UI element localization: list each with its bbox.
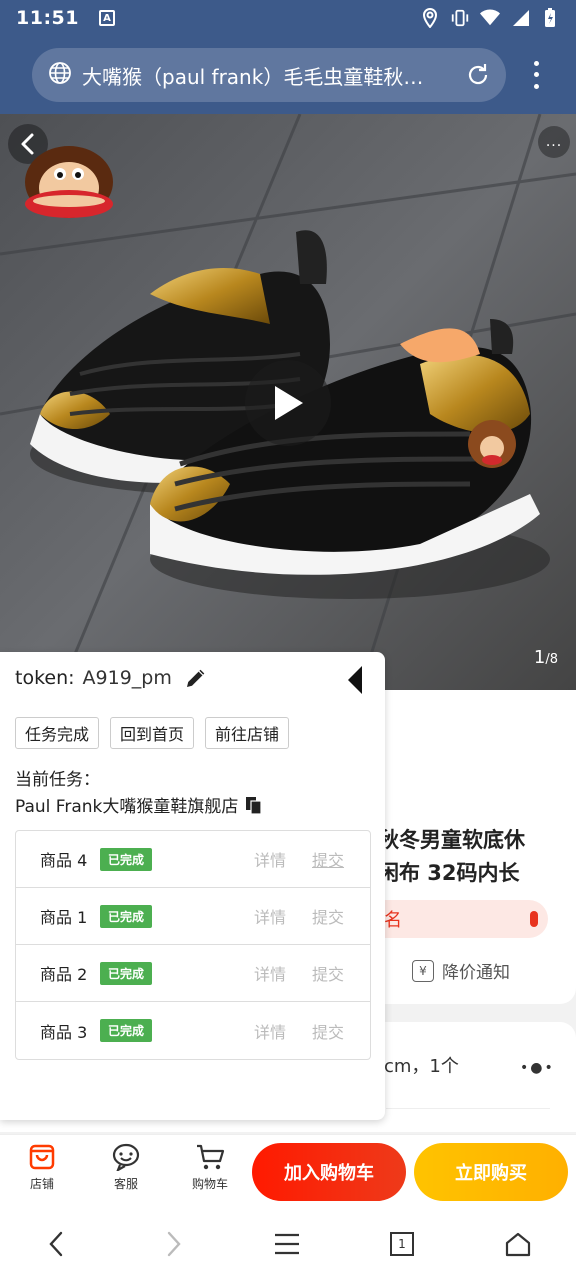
service-icon: [112, 1143, 140, 1171]
status-bar: 11:51 A: [0, 0, 576, 36]
cart-button[interactable]: 购物车: [180, 1143, 240, 1192]
browser-toolbar: 大嘴猴（paul frank）毛毛虫童鞋秋…: [0, 36, 576, 114]
gallery-counter: 1/8: [534, 647, 558, 668]
list-item: 商品 2 已完成 详情 提交: [16, 945, 370, 1002]
globe-icon: [48, 61, 72, 89]
tabs-button[interactable]: 1: [386, 1228, 418, 1260]
service-label: 客服: [113, 1177, 138, 1191]
price-tag-icon: ¥: [412, 959, 434, 982]
token-value: A919_pm: [82, 667, 172, 689]
reload-icon[interactable]: [464, 61, 492, 89]
status-badge: 已完成: [100, 847, 153, 871]
list-item: 商品 3 已完成 详情 提交: [16, 1002, 370, 1059]
buy-now-button[interactable]: 立即购买: [414, 1143, 568, 1201]
signal-icon: [510, 8, 530, 28]
price-drop-notify[interactable]: ¥ 降价通知: [412, 958, 510, 983]
notify-label: 降价通知: [442, 963, 510, 983]
product-gallery[interactable]: ... 1/8: [0, 114, 576, 690]
rank-indicator: [530, 911, 538, 927]
detail-link[interactable]: 详情: [254, 847, 286, 871]
gallery-total: /8: [545, 652, 558, 667]
goods-name: 商品 2: [40, 965, 88, 984]
list-item: 商品 4 已完成 详情 提交: [16, 831, 370, 888]
browser-nav-bar: 1: [0, 1208, 576, 1280]
list-item: 商品 1 已完成 详情 提交: [16, 888, 370, 945]
brand-logo: [22, 144, 116, 228]
go-store-button[interactable]: 前往店铺: [205, 717, 290, 749]
submit-link[interactable]: 提交: [312, 847, 344, 871]
vibrate-icon: [450, 8, 470, 28]
back-home-button[interactable]: 回到首页: [110, 717, 195, 749]
shop-row: Paul Frank大嘴猴童鞋旗舰店: [15, 792, 264, 817]
rank-banner[interactable]: 名: [378, 900, 548, 938]
goods-list: 商品 4 已完成 详情 提交 商品 1 已完成 详情 提交 商品 2 已完成 详…: [15, 830, 371, 1060]
cart-label: 购物车: [191, 1177, 228, 1191]
sku-more-icon[interactable]: •●•: [520, 1060, 555, 1076]
store-icon: [29, 1144, 55, 1170]
nav-menu-icon[interactable]: [271, 1228, 303, 1260]
goods-name: 商品 3: [40, 1022, 88, 1042]
submit-link[interactable]: 提交: [312, 961, 344, 985]
divider: [386, 1108, 550, 1109]
submit-link[interactable]: 提交: [312, 1019, 344, 1043]
pencil-icon[interactable]: [184, 666, 208, 690]
product-title-line2: 闲布 32码内长: [378, 861, 520, 885]
submit-link[interactable]: 提交: [312, 904, 344, 928]
location-icon: [420, 8, 440, 28]
action-bar: 店铺 客服 购物车 加入购物车 立即购买: [0, 1134, 576, 1208]
address-bar[interactable]: 大嘴猴（paul frank）毛毛虫童鞋秋…: [32, 48, 506, 102]
store-label: 店铺: [29, 1177, 54, 1191]
task-complete-button[interactable]: 任务完成: [15, 717, 100, 749]
task-panel: token: A919_pm 任务完成 回到首页 前往店铺 当前任务： Paul…: [0, 652, 385, 1120]
detail-link[interactable]: 详情: [254, 904, 286, 928]
page-title: 大嘴猴（paul frank）毛毛虫童鞋秋…: [82, 64, 424, 89]
status-badge: 已完成: [100, 904, 153, 928]
current-task-label: 当前任务：: [15, 770, 100, 790]
service-button[interactable]: 客服: [96, 1143, 156, 1192]
nav-back-icon[interactable]: [40, 1228, 72, 1260]
battery-icon: [540, 8, 560, 28]
sku-text: cm，1个: [384, 1056, 459, 1077]
task-buttons: 任务完成 回到首页 前往店铺: [15, 717, 290, 749]
gallery-current: 1: [533, 647, 546, 668]
status-badge: 已完成: [100, 961, 153, 985]
nav-forward-icon[interactable]: [158, 1228, 190, 1260]
collapse-icon[interactable]: [346, 666, 364, 694]
add-to-cart-button[interactable]: 加入购物车: [252, 1143, 406, 1201]
status-time: 11:51: [16, 7, 79, 29]
rank-text: 名: [384, 910, 402, 931]
shop-name: Paul Frank大嘴猴童鞋旗舰店: [15, 797, 239, 817]
goods-name: 商品 4: [40, 851, 88, 870]
cart-icon: [197, 1144, 225, 1170]
menu-icon[interactable]: [524, 58, 548, 92]
product-title: 秋冬男童软底休 闲布 32码内长: [378, 824, 576, 890]
status-badge: 已完成: [100, 1019, 153, 1042]
detail-link[interactable]: 详情: [254, 1019, 286, 1043]
play-icon[interactable]: [245, 360, 331, 446]
token-row: token: A919_pm: [15, 666, 208, 690]
detail-link[interactable]: 详情: [254, 961, 286, 985]
notification-icon: A: [98, 10, 115, 26]
more-button[interactable]: ...: [538, 126, 570, 158]
token-label: token:: [15, 667, 75, 689]
copy-icon[interactable]: [244, 795, 264, 815]
store-button[interactable]: 店铺: [12, 1143, 72, 1192]
product-title-line1: 秋冬男童软底休: [378, 828, 525, 852]
tab-count: 1: [398, 1237, 406, 1251]
goods-name: 商品 1: [40, 908, 88, 927]
home-icon[interactable]: [502, 1228, 534, 1260]
wifi-icon: [480, 8, 500, 28]
